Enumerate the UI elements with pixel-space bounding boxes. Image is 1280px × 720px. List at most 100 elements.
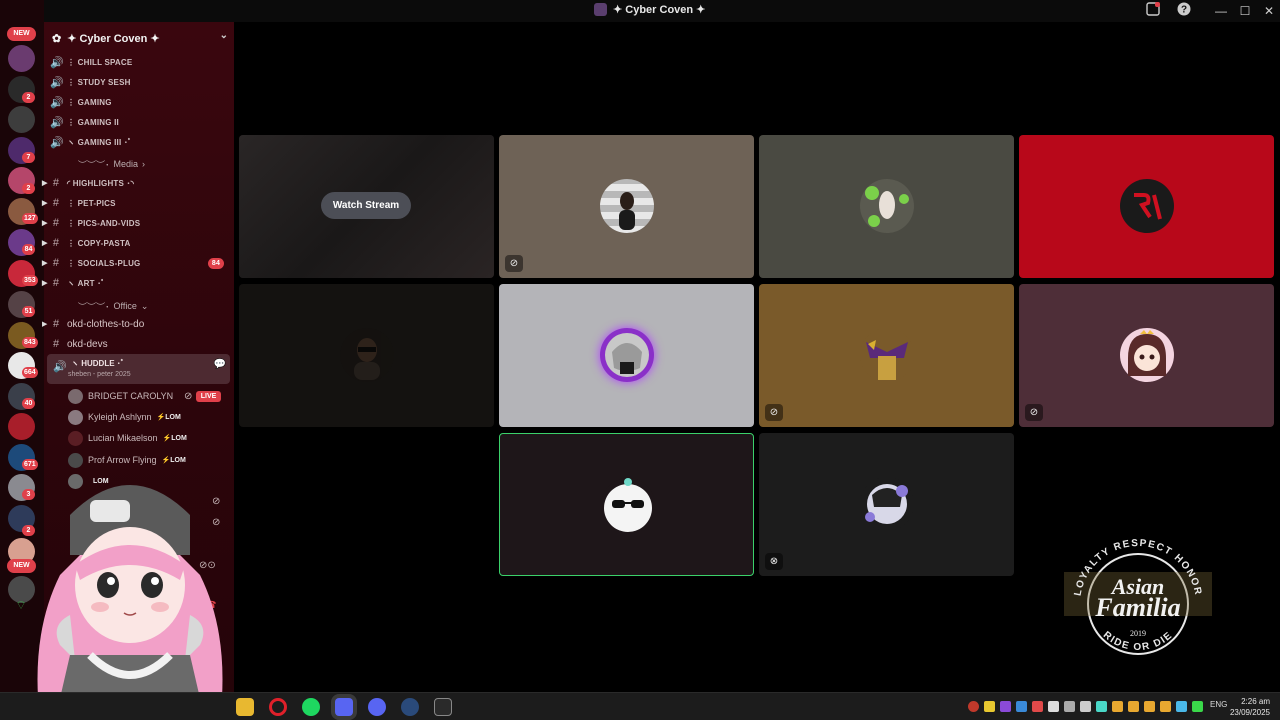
server-badge: 843 — [22, 337, 38, 348]
server-badge: 353 — [22, 275, 38, 286]
tray-app-icon[interactable] — [1160, 701, 1171, 712]
text-channel[interactable]: ▶ # okd-clothes-to-do — [42, 315, 230, 333]
avatar — [68, 388, 83, 404]
voice-user[interactable]: Kyleigh Ashlynn ⚡LOM — [68, 408, 181, 426]
participant-tile[interactable]: ⊘ — [499, 135, 754, 278]
discord-active-icon[interactable] — [335, 698, 353, 716]
voice-channel[interactable]: 🔊 ⋮ CHILL SPACE — [50, 53, 230, 71]
tray-app-icon[interactable] — [984, 701, 995, 712]
text-channel[interactable]: ▶ # ⋮ SOCIALS-PLUG 84 — [42, 254, 230, 272]
logo-year: 2019 — [1130, 629, 1146, 638]
tray-app-icon[interactable] — [968, 701, 979, 712]
microphone-icon[interactable] — [1048, 701, 1059, 712]
text-channel[interactable]: ▶ # ⋮ COPY-PASTA — [42, 234, 230, 252]
tray-app-icon[interactable] — [1192, 701, 1203, 712]
server-icon[interactable] — [8, 45, 35, 72]
participant-tile[interactable]: ⊘ — [1019, 284, 1274, 427]
tray-app-icon[interactable] — [1000, 701, 1011, 712]
collapse-arrow-icon: ▶ — [42, 280, 48, 287]
text-channel[interactable]: ▶ # ⋮ PET-PICS — [42, 194, 230, 212]
chevron-down-icon[interactable]: ⌄ — [220, 30, 228, 41]
watch-stream-button[interactable]: Watch Stream — [321, 192, 411, 219]
voice-user[interactable]: BRIDGET CAROLYN — [68, 387, 173, 405]
server-icon[interactable] — [8, 106, 35, 133]
window-title-text: ✦ Cyber Coven ✦ — [613, 4, 706, 16]
voice-user[interactable]: Lucian Mikaelson ⚡LOM — [68, 429, 187, 447]
collapse-arrow-icon: ▶ — [42, 180, 48, 187]
live-badge: LIVE — [196, 391, 221, 402]
channel-label: okd-clothes-to-do — [67, 318, 145, 330]
channel-status: sheben - peter 2025 — [68, 371, 131, 378]
guild-header[interactable]: ✿ ✦ Cyber Coven ✦ ⌄ — [52, 29, 228, 47]
text-channel[interactable]: ▶ # ⋮ PICS-AND-VIDS — [42, 214, 230, 232]
tray-app-icon[interactable] — [1032, 701, 1043, 712]
voice-channel[interactable]: 🔊 ⋮ STUDY SESH — [50, 73, 230, 91]
tray-app-icon[interactable] — [1016, 701, 1027, 712]
speaker-icon: 🔊 — [50, 76, 64, 89]
participant-tile[interactable] — [1019, 135, 1274, 278]
avatar — [340, 328, 394, 382]
participant-tile[interactable]: ⊘ — [759, 284, 1014, 427]
tray-app-icon[interactable] — [1128, 701, 1139, 712]
spotify-icon[interactable] — [302, 698, 320, 716]
opera-icon[interactable] — [269, 698, 287, 716]
participant-tile[interactable]: ⊗ — [759, 433, 1014, 576]
voice-channel[interactable]: 🔊 ヽ GAMING III ･ﾟ — [50, 133, 230, 151]
tray-app-icon[interactable] — [1176, 701, 1187, 712]
collapse-arrow-icon: ▶ — [42, 200, 48, 207]
voice-channel[interactable]: 🔊 ⋮ GAMING II — [50, 113, 230, 131]
avatar — [860, 477, 914, 531]
voice-user-name: BRIDGET CAROLYN — [88, 391, 174, 401]
maximize-icon[interactable]: ☐ — [1236, 2, 1254, 20]
discord-icon[interactable] — [368, 698, 386, 716]
category-office[interactable]: ︶︶︶･ Office ⌄ — [78, 299, 148, 313]
minimize-icon[interactable]: — — [1212, 2, 1230, 20]
hash-icon: # — [52, 177, 60, 189]
language-indicator[interactable]: ENG — [1210, 700, 1227, 709]
epic-games-icon[interactable] — [434, 698, 452, 716]
guild-name: ✦ Cyber Coven ✦ — [67, 32, 160, 45]
mic-off-icon: ⊘ — [184, 391, 193, 402]
active-voice-channel[interactable]: 🔊 ヽ HUDDLE ･ﾟ sheben - peter 2025 💬 — [47, 354, 230, 384]
clock[interactable]: 2:26 am 23/09/2025 — [1230, 696, 1270, 718]
stream-tile[interactable]: Watch Stream — [239, 135, 494, 278]
close-icon[interactable]: ✕ — [1260, 2, 1278, 20]
chat-icon[interactable]: 💬 — [214, 359, 226, 370]
volume-icon[interactable] — [1080, 701, 1091, 712]
help-icon[interactable]: ? — [1175, 2, 1193, 20]
category-decoration: ︶︶︶･ — [78, 159, 110, 170]
text-channel[interactable]: ▶ # ヽ ART ･ﾟ — [42, 274, 230, 292]
collapse-arrow-icon: ▶ — [42, 321, 48, 328]
channel-label: ヽ GAMING III ･ﾟ — [67, 137, 133, 147]
text-channel[interactable]: # okd-devs — [50, 335, 230, 353]
channel-label: ⋮ PICS-AND-VIDS — [67, 218, 141, 228]
tray-app-icon[interactable] — [1144, 701, 1155, 712]
user-tag: ⚡LOM — [162, 435, 187, 442]
inbox-icon[interactable] — [1144, 2, 1162, 20]
asian-familia-logo: LOYALTY RESPECT HONOR Asian Familia 2019… — [1064, 538, 1212, 655]
file-explorer-icon[interactable] — [236, 698, 254, 716]
participant-tile-speaking[interactable] — [499, 433, 754, 576]
participant-tile[interactable] — [239, 284, 494, 427]
avatar — [601, 478, 655, 532]
steam-icon[interactable] — [401, 698, 419, 716]
channel-label: ⋮ COPY-PASTA — [67, 238, 131, 248]
tray-app-icon[interactable] — [1096, 701, 1107, 712]
text-channel[interactable]: ▶ # ◜ HIGHLIGHTS ･◝ — [42, 174, 230, 192]
category-media[interactable]: ︶︶︶･ Media › — [78, 157, 145, 171]
participant-tile[interactable] — [759, 135, 1014, 278]
channel-label: ヽ ART ･ﾟ — [67, 278, 106, 288]
avatar — [1120, 179, 1174, 233]
tray-app-icon[interactable] — [1112, 701, 1123, 712]
channel-label: ⋮ PET-PICS — [67, 198, 116, 208]
clock-time: 2:26 am — [1241, 697, 1270, 706]
participant-tile[interactable] — [499, 284, 754, 427]
clock-date: 23/09/2025 — [1229, 708, 1270, 717]
server-badge: 2 — [22, 183, 35, 194]
category-label: Office — [113, 301, 137, 311]
server-badge: 127 — [22, 213, 38, 224]
voice-channel[interactable]: 🔊 ⋮ GAMING — [50, 93, 230, 111]
server-icon[interactable] — [8, 413, 35, 440]
channel-label: ヽ HUDDLE ･ﾟ — [71, 359, 125, 368]
network-icon[interactable] — [1064, 701, 1075, 712]
